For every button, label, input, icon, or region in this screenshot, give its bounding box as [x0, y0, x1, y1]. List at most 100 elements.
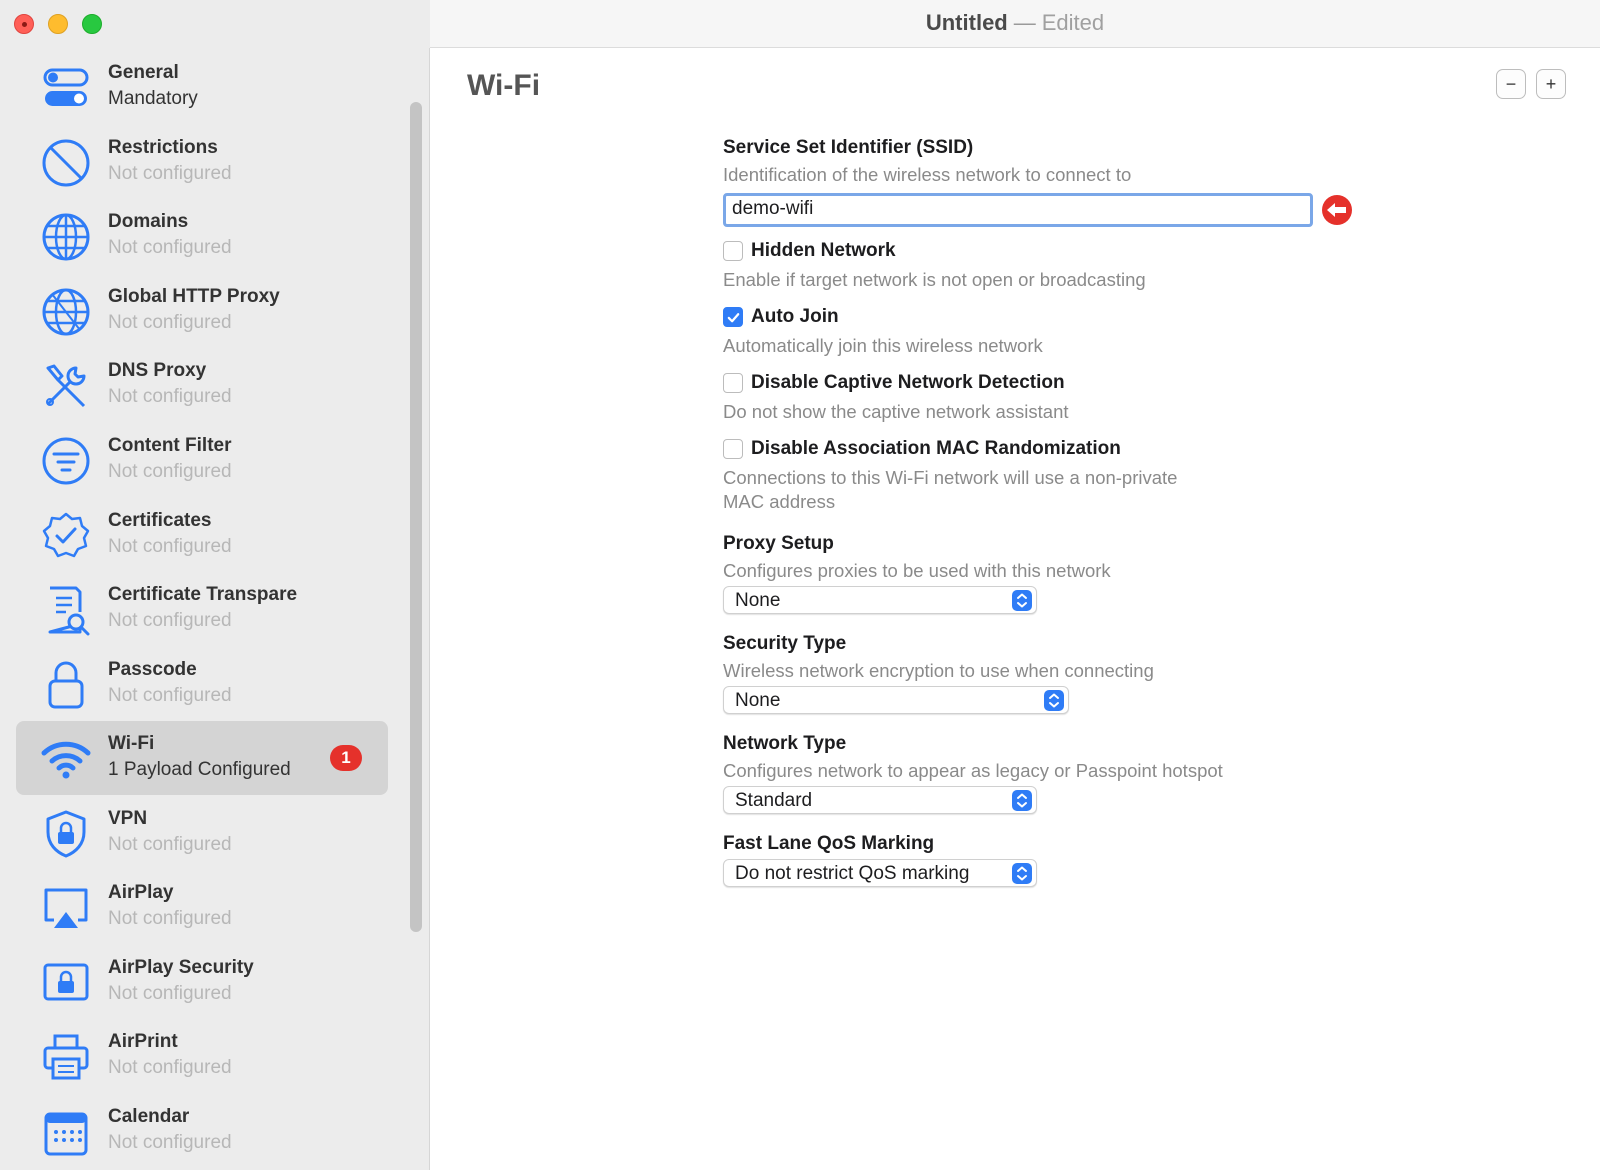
error-count-badge: 1	[330, 745, 362, 771]
auto-join-label: Auto Join	[751, 306, 839, 327]
proxy-setup-value: None	[735, 590, 781, 611]
sidebar-item-title: AirPlay	[108, 882, 174, 903]
airplay-lock-icon	[40, 957, 92, 1009]
sidebar-item-airprint[interactable]: AirPrint Not configured	[16, 1019, 388, 1093]
sidebar-item-content-filter[interactable]: Content Filter Not configured	[16, 423, 388, 497]
sidebar-item-subtitle: Not configured	[108, 983, 232, 1004]
sidebar-item-title: Calendar	[108, 1106, 190, 1127]
network-type-select[interactable]: Standard	[723, 786, 1037, 814]
sidebar-item-title: AirPlay Security	[108, 957, 254, 978]
sidebar-item-certificate-transparency[interactable]: Certificate Transpare Not configured	[16, 572, 388, 646]
sidebar-item-certificates[interactable]: Certificates Not configured	[16, 498, 388, 572]
proxy-setup-label: Proxy Setup	[723, 533, 834, 554]
sidebar-item-title: Passcode	[108, 659, 197, 680]
document-search-icon	[40, 584, 92, 636]
sidebar-item-passcode[interactable]: Passcode Not configured	[16, 647, 388, 721]
sidebar-item-title: AirPrint	[108, 1031, 178, 1052]
sidebar-item-calendar[interactable]: Calendar Not configured	[16, 1094, 388, 1168]
select-stepper-icon	[1044, 690, 1064, 711]
disable-mac-randomization-label: Disable Association MAC Randomization	[751, 438, 1121, 459]
mac-randomization-description-line1: Connections to this Wi-Fi network will u…	[723, 467, 1178, 488]
hidden-network-description: Enable if target network is not open or …	[723, 269, 1146, 290]
proxy-setup-select[interactable]: None	[723, 586, 1037, 614]
select-stepper-icon	[1012, 590, 1032, 611]
network-type-value: Standard	[735, 790, 813, 811]
globe-icon	[40, 211, 92, 263]
sidebar-scrollbar[interactable]	[410, 102, 422, 932]
sidebar-item-subtitle: Not configured	[108, 312, 232, 333]
sidebar-item-subtitle: Not configured	[108, 908, 232, 929]
sidebar-item-domains[interactable]: Domains Not configured	[16, 199, 388, 273]
qos-marking-select[interactable]: Do not restrict QoS marking	[723, 859, 1037, 887]
ssid-input[interactable]: demo-wifi	[723, 193, 1313, 227]
select-stepper-icon	[1012, 863, 1032, 884]
airplay-icon	[40, 882, 92, 934]
auto-join-description: Automatically join this wireless network	[723, 335, 1043, 356]
shield-lock-icon	[40, 808, 92, 860]
sidebar-item-airplay-security[interactable]: AirPlay Security Not configured	[16, 945, 388, 1019]
sidebar-item-subtitle: Not configured	[108, 386, 232, 407]
ssid-description: Identification of the wireless network t…	[723, 164, 1132, 185]
minimize-window-button[interactable]	[48, 14, 68, 34]
sidebar-item-title: Certificates	[108, 510, 212, 531]
tools-icon	[40, 360, 92, 412]
sidebar-item-restrictions[interactable]: Restrictions Not configured	[16, 125, 388, 199]
document-name: Untitled	[925, 10, 1008, 35]
checkmark-icon	[727, 313, 740, 323]
calendar-icon	[40, 1106, 92, 1158]
sidebar-item-title: Restrictions	[108, 137, 218, 158]
sidebar-item-subtitle: Not configured	[108, 685, 232, 706]
lock-icon	[40, 659, 92, 711]
sidebar-item-title: General	[108, 62, 179, 83]
sidebar-item-global-http-proxy[interactable]: Global HTTP Proxy Not configured	[16, 274, 388, 348]
disable-captive-label: Disable Captive Network Detection	[751, 372, 1065, 393]
ssid-label: Service Set Identifier (SSID)	[723, 137, 974, 158]
security-type-label: Security Type	[723, 633, 847, 654]
sidebar-item-vpn[interactable]: VPN Not configured	[16, 796, 388, 870]
sidebar-item-airplay[interactable]: AirPlay Not configured	[16, 870, 388, 944]
payload-sidebar: General Mandatory Restrictions Not confi…	[0, 48, 430, 1170]
sidebar-item-subtitle: Not configured	[108, 1132, 232, 1153]
select-stepper-icon	[1012, 790, 1032, 811]
sidebar-item-title: VPN	[108, 808, 148, 829]
sidebar-item-subtitle: Not configured	[108, 834, 232, 855]
error-arrow-icon	[1321, 194, 1353, 226]
sidebar-item-title: Global HTTP Proxy	[108, 286, 280, 307]
window-title: Untitled — Edited	[430, 10, 1600, 36]
sidebar-item-wifi[interactable]: Wi-Fi 1 Payload Configured 1	[16, 721, 388, 795]
disable-mac-randomization-checkbox[interactable]	[723, 439, 743, 459]
sidebar-item-title: Content Filter	[108, 435, 232, 456]
payload-detail-pane: Wi-Fi − + Service Set Identifier (SSID) …	[431, 49, 1600, 1170]
wifi-icon	[40, 733, 92, 785]
sidebar-item-title: Domains	[108, 211, 189, 232]
globe-network-icon	[40, 286, 92, 338]
auto-join-checkbox[interactable]	[723, 307, 743, 327]
disable-captive-description: Do not show the captive network assistan…	[723, 401, 1069, 422]
sidebar-item-subtitle: Not configured	[108, 1057, 232, 1078]
close-window-button[interactable]	[14, 14, 34, 34]
sidebar-item-subtitle: Mandatory	[108, 88, 198, 109]
add-payload-button[interactable]: +	[1536, 69, 1566, 99]
remove-payload-button[interactable]: −	[1496, 69, 1526, 99]
security-type-description: Wireless network encryption to use when …	[723, 660, 1154, 681]
sidebar-item-subtitle: Not configured	[108, 610, 232, 631]
sidebar-item-subtitle: Not configured	[108, 163, 232, 184]
hidden-network-checkbox[interactable]	[723, 241, 743, 261]
proxy-setup-description: Configures proxies to be used with this …	[723, 560, 1111, 581]
security-type-select[interactable]: None	[723, 686, 1069, 714]
title-separator: —	[1013, 10, 1036, 35]
sidebar-item-title: Wi-Fi	[108, 733, 155, 754]
sidebar-item-title: Certificate Transpare	[108, 584, 298, 605]
mac-randomization-description-line2: MAC address	[723, 491, 836, 512]
toggle-icon	[40, 62, 92, 114]
sidebar-item-subtitle: Not configured	[108, 237, 232, 258]
disable-captive-checkbox[interactable]	[723, 373, 743, 393]
hidden-network-label: Hidden Network	[751, 240, 896, 261]
sidebar-item-title: DNS Proxy	[108, 360, 207, 381]
sidebar-item-dns-proxy[interactable]: DNS Proxy Not configured	[16, 348, 388, 422]
profile-editor-window: Untitled — Edited General Mandatory Restri…	[0, 0, 1600, 1170]
qos-marking-label: Fast Lane QoS Marking	[723, 833, 935, 854]
security-type-value: None	[735, 690, 781, 711]
zoom-window-button[interactable]	[82, 14, 102, 34]
sidebar-item-general[interactable]: General Mandatory	[16, 50, 388, 124]
